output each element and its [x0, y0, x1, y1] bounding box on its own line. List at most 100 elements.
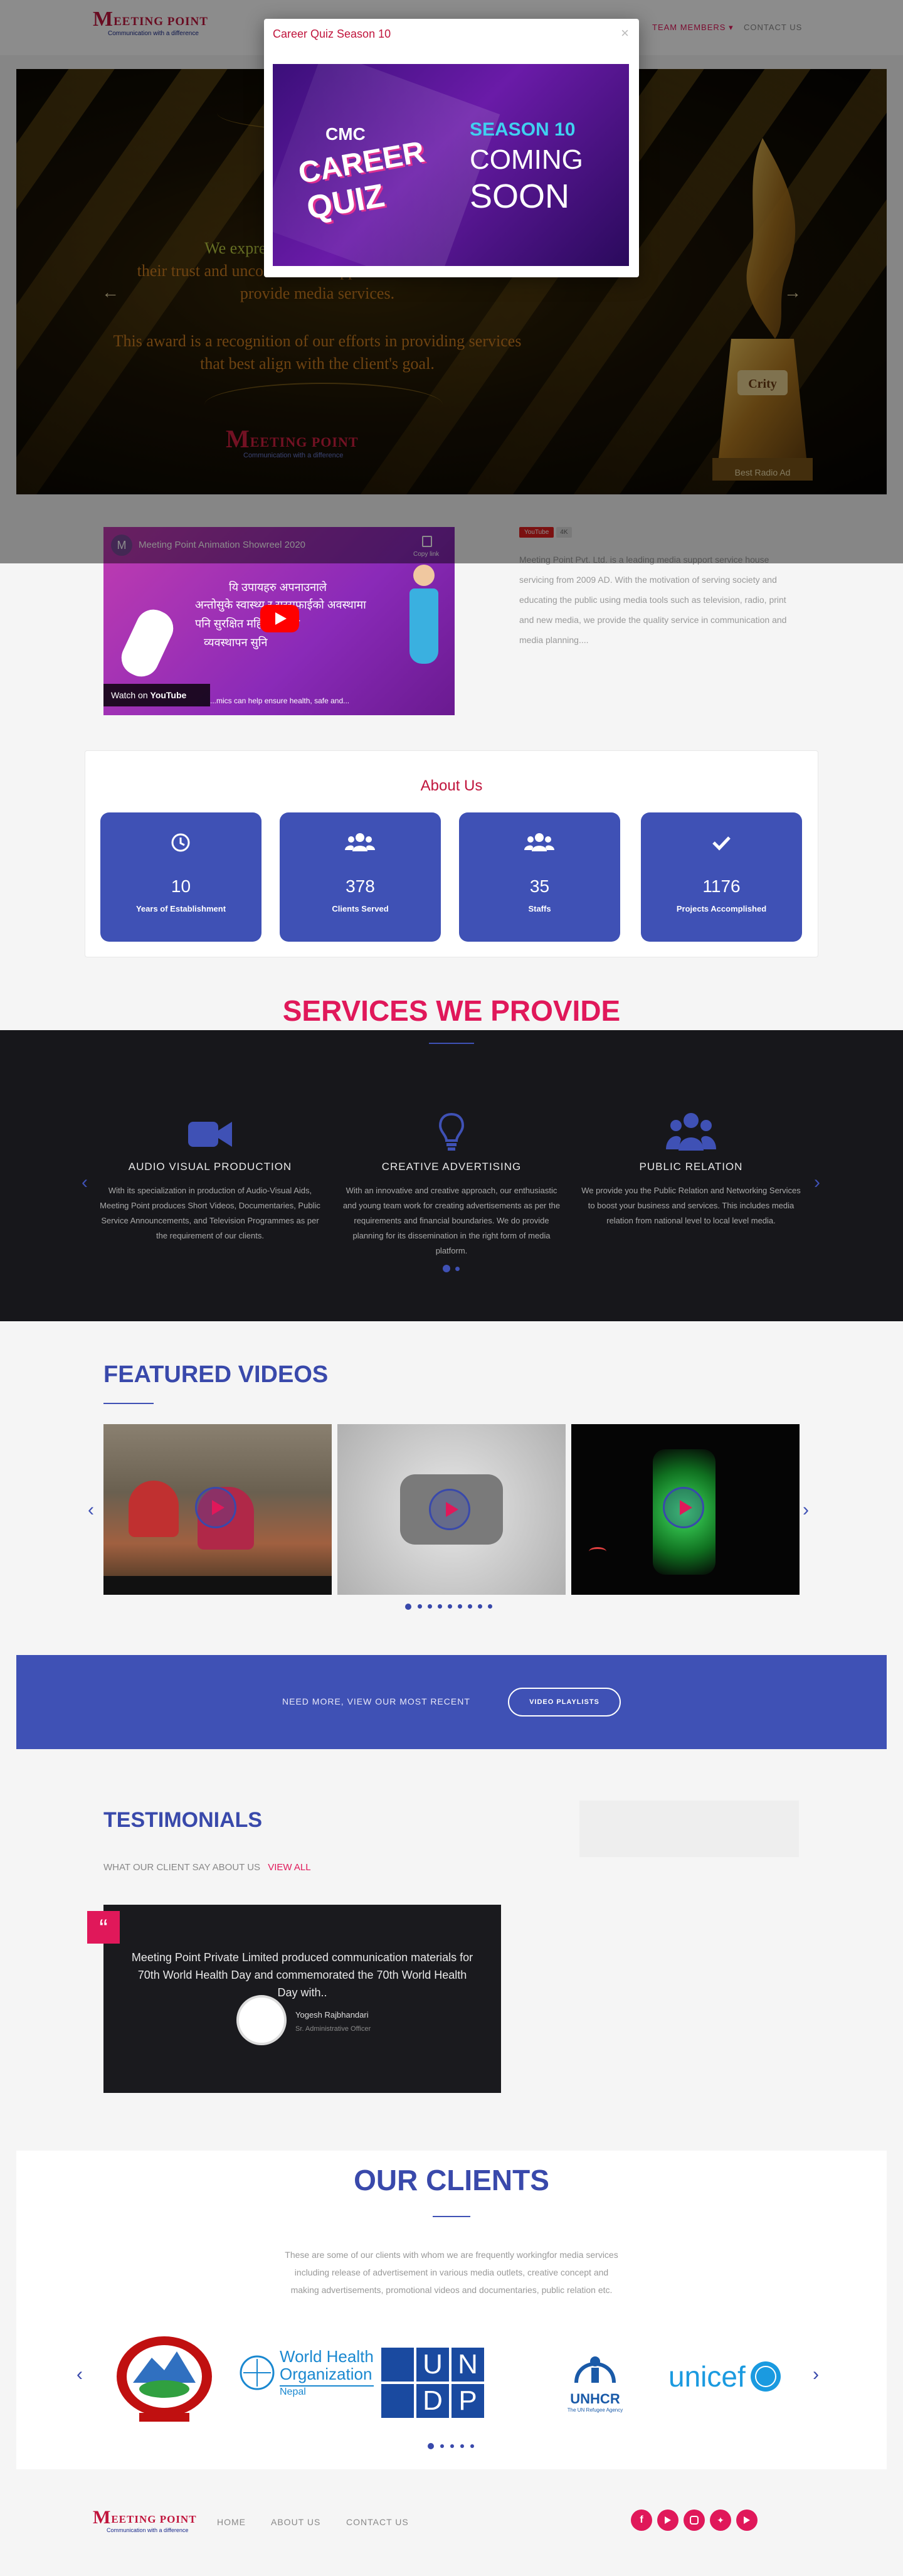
- video-thumbnail[interactable]: [571, 1424, 800, 1595]
- close-icon[interactable]: ×: [621, 25, 629, 41]
- featured-next-arrow[interactable]: ›: [803, 1499, 809, 1521]
- unicef-wordmark: unicef: [668, 2360, 746, 2393]
- stat-staffs: 35 Staffs: [459, 812, 620, 942]
- view-all-link[interactable]: VIEW ALL: [268, 1862, 310, 1873]
- stat-label: Projects Accomplished: [676, 904, 767, 913]
- featured-videos-title: FEATURED VIDEOS: [103, 1361, 329, 1388]
- un-emblem-icon: [381, 2348, 414, 2382]
- nepali-line-1: यि उपायहरु अपनाउनाले: [229, 581, 327, 593]
- unhcr-sub: The UN Refugee Agency: [567, 2407, 623, 2413]
- undp-letter: P: [452, 2384, 484, 2418]
- stat-value: 35: [529, 876, 550, 896]
- carousel-dot[interactable]: [438, 1604, 442, 1609]
- who-line2: Organization: [280, 2365, 372, 2383]
- unicef-logo[interactable]: unicef: [668, 2359, 783, 2394]
- carousel-dot[interactable]: [418, 1604, 422, 1609]
- play-icon[interactable]: [663, 1487, 704, 1528]
- undp-letter: N: [452, 2348, 484, 2382]
- about-us-title: About Us: [420, 777, 483, 794]
- undp-logo[interactable]: U N D P: [381, 2348, 519, 2418]
- carousel-dot[interactable]: [458, 1604, 462, 1609]
- nepali-line-4: व्यवस्थापन सुनि: [204, 636, 268, 649]
- unhcr-name: UNHCR: [570, 2391, 620, 2407]
- carousel-dot[interactable]: [478, 1604, 482, 1609]
- watch-on-label: Watch on: [111, 690, 148, 700]
- yt-play-button[interactable]: [260, 605, 299, 632]
- footer-link-about[interactable]: ABOUT US: [271, 2517, 320, 2527]
- youtube-icon[interactable]: [736, 2509, 758, 2531]
- clients-dot[interactable]: [470, 2444, 474, 2448]
- quote-badge: “: [87, 1911, 120, 1944]
- testimonials-subtitle-text: WHAT OUR CLIENT SAY ABOUT US: [103, 1862, 261, 1873]
- poster-soon: SOON: [470, 178, 570, 215]
- service-public-relation: PUBLIC RELATION We provide you the Publi…: [578, 1108, 804, 1228]
- footer-link-home[interactable]: HOME: [217, 2517, 246, 2527]
- youtube-icon[interactable]: [657, 2509, 679, 2531]
- carousel-dot[interactable]: [448, 1604, 452, 1609]
- carousel-dot[interactable]: [488, 1604, 492, 1609]
- watch-on-youtube-button[interactable]: Watch on YouTube: [103, 684, 210, 706]
- services-dot-active[interactable]: [443, 1265, 450, 1272]
- poster-cmc: CMC: [325, 124, 366, 144]
- users-icon: [345, 833, 375, 851]
- twitter-icon[interactable]: ✦: [710, 2509, 731, 2531]
- stat-label: Clients Served: [332, 904, 389, 913]
- career-quiz-poster: CMC CAREER QUIZ SEASON 10 COMING SOON: [273, 64, 629, 266]
- stat-value: 378: [346, 876, 375, 896]
- clock-icon: [171, 833, 190, 852]
- services-divider: [429, 1043, 474, 1044]
- sanitary-pad-illustration: [115, 604, 179, 683]
- footer-logo-text: EETING POINT: [111, 2513, 197, 2525]
- carousel-dot-active[interactable]: [405, 1604, 411, 1610]
- play-icon[interactable]: [429, 1489, 470, 1530]
- who-line3: Nepal: [280, 2385, 374, 2398]
- playlist-banner: NEED MORE, VIEW OUR MOST RECENT VIDEO PL…: [16, 1655, 887, 1749]
- video-camera-icon: [188, 1122, 232, 1147]
- instagram-icon[interactable]: [684, 2509, 705, 2531]
- unhcr-logo[interactable]: UNHCR The UN Refugee Agency: [561, 2345, 630, 2413]
- carousel-dot[interactable]: [468, 1604, 472, 1609]
- undp-letter: D: [416, 2384, 449, 2418]
- testimonial-side-panel: [579, 1801, 799, 1857]
- clients-prev-arrow[interactable]: ‹: [77, 2364, 83, 2385]
- service-audio-visual: AUDIO VISUAL PRODUCTION With its special…: [97, 1108, 323, 1243]
- stat-label: Years of Establishment: [135, 904, 226, 913]
- facebook-icon[interactable]: f: [631, 2509, 652, 2531]
- stat-years: 10 Years of Establishment: [100, 812, 261, 942]
- clients-dot[interactable]: [450, 2444, 454, 2448]
- video-thumbnail[interactable]: [337, 1424, 566, 1595]
- avatar: [236, 1995, 287, 2045]
- footer-logo-tagline: Communication with a difference: [107, 2527, 189, 2533]
- clients-dot[interactable]: [440, 2444, 444, 2448]
- who-globe-icon: [240, 2355, 275, 2390]
- users-icon: [524, 833, 554, 851]
- services-next-arrow[interactable]: ›: [814, 1172, 820, 1193]
- testimonial-author-role: Sr. Administrative Officer: [295, 2025, 371, 2033]
- testimonial-card: “ Meeting Point Private Limited produced…: [87, 1905, 501, 2093]
- who-line1: World Health: [280, 2347, 374, 2366]
- services-dot[interactable]: [455, 1267, 460, 1271]
- services-prev-arrow[interactable]: ‹: [82, 1172, 88, 1193]
- clients-desc: These are some of our clients with whom …: [285, 2250, 618, 2295]
- clients-next-arrow[interactable]: ›: [813, 2364, 819, 2385]
- video-thumbnail[interactable]: [103, 1424, 332, 1595]
- unhcr-figure-icon: [574, 2356, 616, 2383]
- footer-link-contact[interactable]: CONTACT US: [346, 2517, 409, 2527]
- services-carousel: ‹ › AUDIO VISUAL PRODUCTION With its spe…: [0, 1030, 903, 1321]
- who-nepal-logo[interactable]: World Health Organization Nepal: [238, 2348, 374, 2398]
- video-playlists-button[interactable]: VIDEO PLAYLISTS: [508, 1688, 621, 1716]
- footer-logo[interactable]: M EETING POINT Communication with a diff…: [93, 2508, 197, 2534]
- play-icon[interactable]: [195, 1487, 236, 1528]
- cartoon-girl-illustration: [408, 565, 440, 696]
- nepal-government-emblem[interactable]: [108, 2333, 221, 2427]
- featured-divider: [103, 1403, 154, 1404]
- carousel-dot[interactable]: [428, 1604, 432, 1609]
- stat-value: 1176: [702, 876, 741, 896]
- featured-prev-arrow[interactable]: ‹: [88, 1499, 94, 1521]
- poster-season: SEASON 10: [470, 119, 576, 140]
- banner-text: NEED MORE, VIEW OUR MOST RECENT: [282, 1696, 470, 1706]
- clients-dot[interactable]: [460, 2444, 464, 2448]
- career-quiz-modal: Career Quiz Season 10 × CMC CAREER QUIZ …: [264, 19, 639, 277]
- services-title: SERVICES WE PROVIDE: [282, 994, 621, 1027]
- clients-dot-active[interactable]: [428, 2443, 434, 2449]
